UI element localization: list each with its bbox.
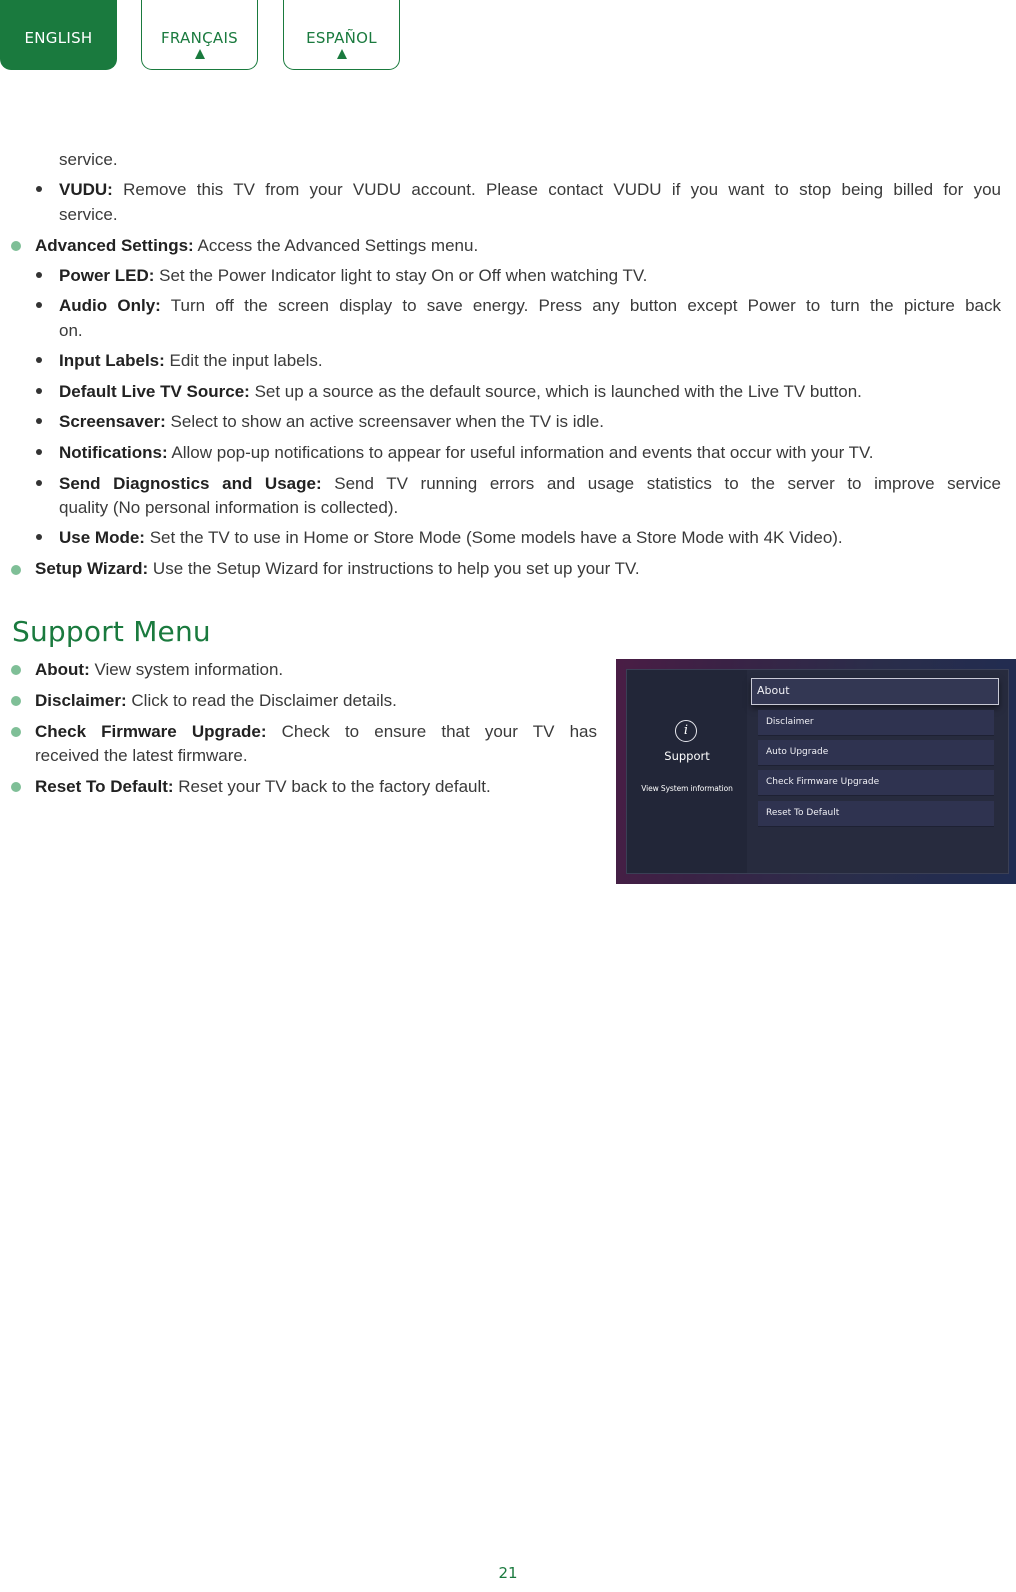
triangle-up-icon [336, 49, 347, 59]
tv-menu-item-about[interactable]: About [751, 678, 999, 705]
continuation-text: service. [59, 150, 118, 169]
send-diagnostics-item-cont: quality (No personal information is coll… [59, 498, 399, 517]
item-text: Access the Advanced Settings menu. [197, 236, 479, 255]
green-bullet-icon [11, 782, 21, 792]
item-label: VUDU: [59, 180, 113, 199]
vudu-item: VUDU: Remove this TV from your VUDU acco… [59, 178, 1001, 202]
send-diagnostics-item: Send Diagnostics and Usage: Send TV runn… [59, 472, 1001, 496]
item-text: Edit the input labels. [169, 351, 323, 370]
item-text: Turn off the screen display to save ener… [170, 296, 1001, 315]
support-about-item: About: View system information. [35, 658, 283, 682]
item-label: Disclaimer: [35, 691, 127, 710]
tv-menu-panel: i Support View System information About … [626, 669, 1009, 874]
tv-panel-subtitle: View System information [641, 784, 733, 793]
tv-menu-item-disclaimer[interactable]: Disclaimer [758, 710, 994, 735]
item-text: Reset your TV back to the factory defaul… [178, 777, 491, 796]
tab-francais[interactable]: FRANÇAIS [141, 0, 258, 70]
tab-label: FRANÇAIS [160, 29, 238, 47]
input-labels-item: Input Labels: Edit the input labels. [59, 349, 323, 373]
bullet-disc-icon [36, 272, 42, 278]
bullet-disc-icon [36, 357, 42, 363]
triangle-up-icon [194, 49, 205, 59]
setup-wizard-item: Setup Wizard: Use the Setup Wizard for i… [35, 557, 640, 581]
section-title-support-menu: Support Menu [12, 615, 211, 648]
tv-menu-item-check-firmware-upgrade[interactable]: Check Firmware Upgrade [758, 770, 994, 795]
tv-menu-sidebar: i Support View System information [627, 670, 747, 873]
vudu-item-cont: service. [59, 205, 118, 224]
use-mode-item: Use Mode: Set the TV to use in Home or S… [59, 526, 843, 550]
item-text: Send TV running errors and usage statist… [334, 474, 1001, 493]
tv-menu-item-reset-to-default[interactable]: Reset To Default [758, 801, 994, 826]
advanced-settings-item: Advanced Settings: Access the Advanced S… [35, 234, 478, 258]
item-text: Set the Power Indicator light to stay On… [159, 266, 648, 285]
support-reset-item: Reset To Default: Reset your TV back to … [35, 775, 491, 799]
bullet-disc-icon [36, 302, 42, 308]
page-number: 21 [498, 1564, 518, 1582]
item-text: Use the Setup Wizard for instructions to… [152, 559, 640, 578]
item-text: Click to read the Disclaimer details. [131, 691, 397, 710]
item-label: Audio Only: [59, 296, 161, 315]
tab-espanol[interactable]: ESPAÑOL [283, 0, 400, 70]
item-label: Power LED: [59, 266, 155, 285]
item-label: Setup Wizard: [35, 559, 149, 578]
green-bullet-icon [11, 241, 21, 251]
item-text: Remove this TV from your VUDU account. P… [123, 180, 1001, 199]
item-text: Set up a source as the default source, w… [254, 382, 862, 401]
screensaver-item: Screensaver: Select to show an active sc… [59, 410, 604, 434]
info-icon: i [675, 720, 697, 742]
item-text: Allow pop-up notifications to appear for… [171, 443, 874, 462]
bullet-disc-icon [36, 418, 42, 424]
support-check-firmware-item-cont: received the latest firmware. [35, 746, 248, 765]
support-disclaimer-item: Disclaimer: Click to read the Disclaimer… [35, 689, 397, 713]
item-text: Check to ensure that your TV has [281, 722, 597, 741]
item-label: Advanced Settings: [35, 236, 194, 255]
support-check-firmware-item: Check Firmware Upgrade: Check to ensure … [35, 720, 597, 744]
item-label: Input Labels: [59, 351, 165, 370]
item-label: Check Firmware Upgrade: [35, 722, 267, 741]
green-bullet-icon [11, 727, 21, 737]
item-label: Use Mode: [59, 528, 145, 547]
item-label: Screensaver: [59, 412, 166, 431]
audio-only-item: Audio Only: Turn off the screen display … [59, 294, 1001, 318]
tab-english[interactable]: ENGLISH [0, 0, 117, 70]
power-led-item: Power LED: Set the Power Indicator light… [59, 264, 647, 288]
item-label: About: [35, 660, 90, 679]
notifications-item: Notifications: Allow pop-up notification… [59, 441, 874, 465]
green-bullet-icon [11, 665, 21, 675]
item-label: Notifications: [59, 443, 168, 462]
tv-support-menu-screenshot: i Support View System information About … [616, 659, 1016, 884]
green-bullet-icon [11, 696, 21, 706]
item-text: Set the TV to use in Home or Store Mode … [149, 528, 843, 547]
default-live-tv-source-item: Default Live TV Source: Set up a source … [59, 380, 862, 404]
bullet-disc-icon [36, 449, 42, 455]
item-text: Select to show an active screensaver whe… [170, 412, 604, 431]
bullet-disc-icon [36, 388, 42, 394]
tv-menu-item-auto-upgrade[interactable]: Auto Upgrade [758, 740, 994, 765]
item-label: Default Live TV Source: [59, 382, 250, 401]
audio-only-item-cont: on. [59, 321, 83, 340]
tab-label: ESPAÑOL [306, 29, 377, 47]
item-text: View system information. [94, 660, 284, 679]
bullet-disc-icon [36, 534, 42, 540]
bullet-disc-icon [36, 186, 42, 192]
green-bullet-icon [11, 565, 21, 575]
item-label: Send Diagnostics and Usage: [59, 474, 322, 493]
tab-label: ENGLISH [24, 29, 93, 47]
item-label: Reset To Default: [35, 777, 174, 796]
tv-panel-title: Support [664, 749, 710, 763]
bullet-disc-icon [36, 480, 42, 486]
